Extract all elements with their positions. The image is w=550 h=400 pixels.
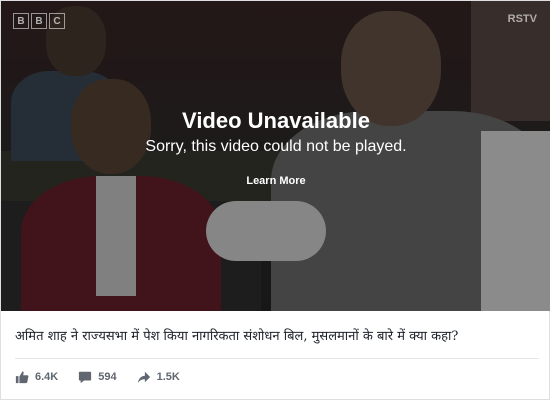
learn-more-link[interactable]: Learn More [246,175,305,187]
post-caption: अमित शाह ने राज्यसभा में पेश किया नागरिक… [15,329,459,344]
thumbs-up-icon [15,371,29,384]
video-error-message: Video Unavailable Sorry, this video coul… [1,107,550,189]
video-player[interactable]: B B C RSTV Video Unavailable Sorry, this… [1,1,550,311]
video-post-card: B B C RSTV Video Unavailable Sorry, this… [0,0,550,400]
bbc-logo: B B C [13,13,65,29]
likes-value: 6.4K [35,371,59,383]
bbc-logo-letter: B [31,13,47,29]
divider [15,358,539,359]
bbc-logo-letter: C [49,13,65,29]
comments-value: 594 [98,371,117,383]
shares-count[interactable]: 1.5K [137,370,180,384]
error-subtitle: Sorry, this video could not be played. [145,138,407,155]
likes-count[interactable]: 6.4K [15,370,58,384]
comment-icon [79,371,92,384]
comments-count[interactable]: 594 [78,370,117,384]
bbc-logo-letter: B [13,13,29,29]
rstv-logo: RSTV [507,13,537,25]
shares-value: 1.5K [156,371,180,383]
error-title: Video Unavailable [182,108,370,133]
share-icon [137,371,150,384]
engagement-stats: 6.4K 594 1.5K [15,370,200,384]
